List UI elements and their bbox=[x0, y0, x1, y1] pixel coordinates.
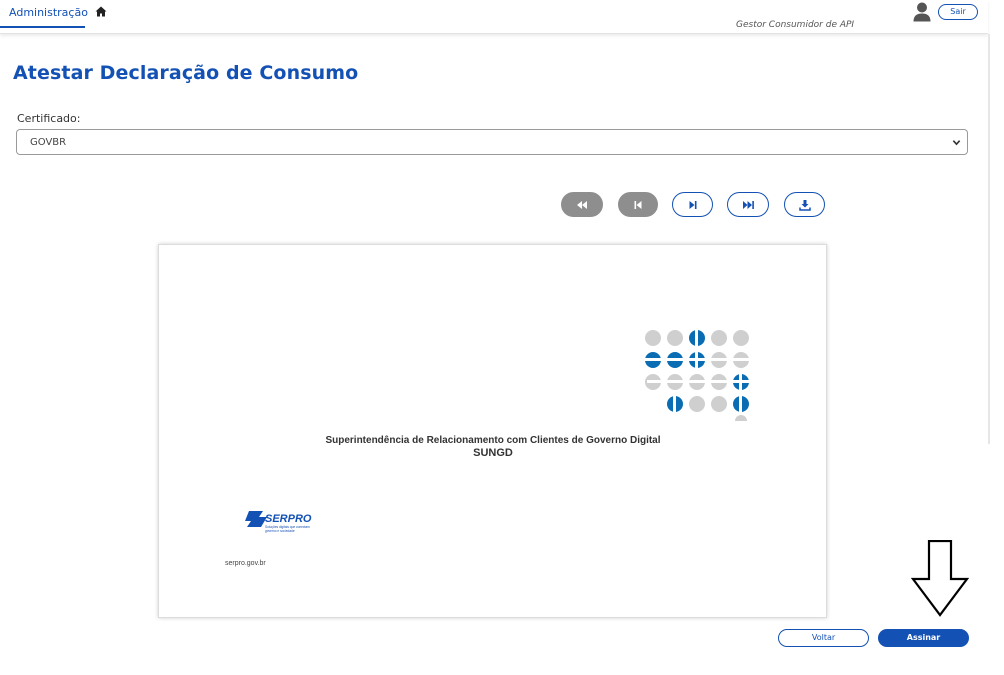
first-page-button[interactable] bbox=[561, 192, 603, 217]
home-icon[interactable] bbox=[95, 6, 107, 17]
page-title: Atestar Declaração de Consumo bbox=[13, 62, 359, 84]
next-page-button[interactable] bbox=[672, 192, 713, 217]
tab-administracao[interactable]: Administração bbox=[0, 0, 88, 28]
previous-page-button[interactable] bbox=[618, 192, 658, 217]
top-navbar: Administração Gestor Consumidor de API S… bbox=[0, 0, 988, 34]
serpro-logo: SERPRO Soluções digitais que conectam go… bbox=[245, 511, 312, 533]
serpro-url: serpro.gov.br bbox=[225, 560, 266, 567]
first-page-icon bbox=[577, 200, 587, 209]
certificate-label: Certificado: bbox=[17, 112, 81, 125]
serpro-logo-text: SERPRO bbox=[265, 513, 312, 525]
download-button[interactable] bbox=[784, 192, 825, 217]
arrow-down-annotation-icon bbox=[911, 540, 969, 617]
svg-text:governo e sociedade: governo e sociedade bbox=[265, 529, 295, 533]
logout-button[interactable]: Sair bbox=[938, 4, 978, 20]
page-scrollbar[interactable] bbox=[988, 34, 990, 444]
document-preview: Superintendência de Relacionamento com C… bbox=[158, 244, 827, 618]
document-org-acronym: SUNGD bbox=[473, 447, 513, 459]
sign-button[interactable]: Assinar bbox=[878, 629, 969, 647]
certificate-select[interactable]: GOVBR bbox=[16, 129, 968, 155]
last-page-button[interactable] bbox=[727, 192, 769, 217]
last-page-icon bbox=[742, 200, 754, 209]
chevron-down-icon bbox=[952, 140, 961, 146]
download-icon bbox=[798, 199, 811, 211]
next-page-icon bbox=[689, 200, 696, 209]
previous-page-icon bbox=[634, 200, 642, 209]
back-button[interactable]: Voltar bbox=[778, 629, 869, 647]
document-org-name: Superintendência de Relacionamento com C… bbox=[325, 435, 661, 446]
user-role-label: Gestor Consumidor de API bbox=[736, 20, 855, 30]
user-icon bbox=[913, 2, 931, 22]
certificate-selected-value: GOVBR bbox=[30, 137, 67, 148]
government-digital-logo bbox=[643, 329, 751, 421]
